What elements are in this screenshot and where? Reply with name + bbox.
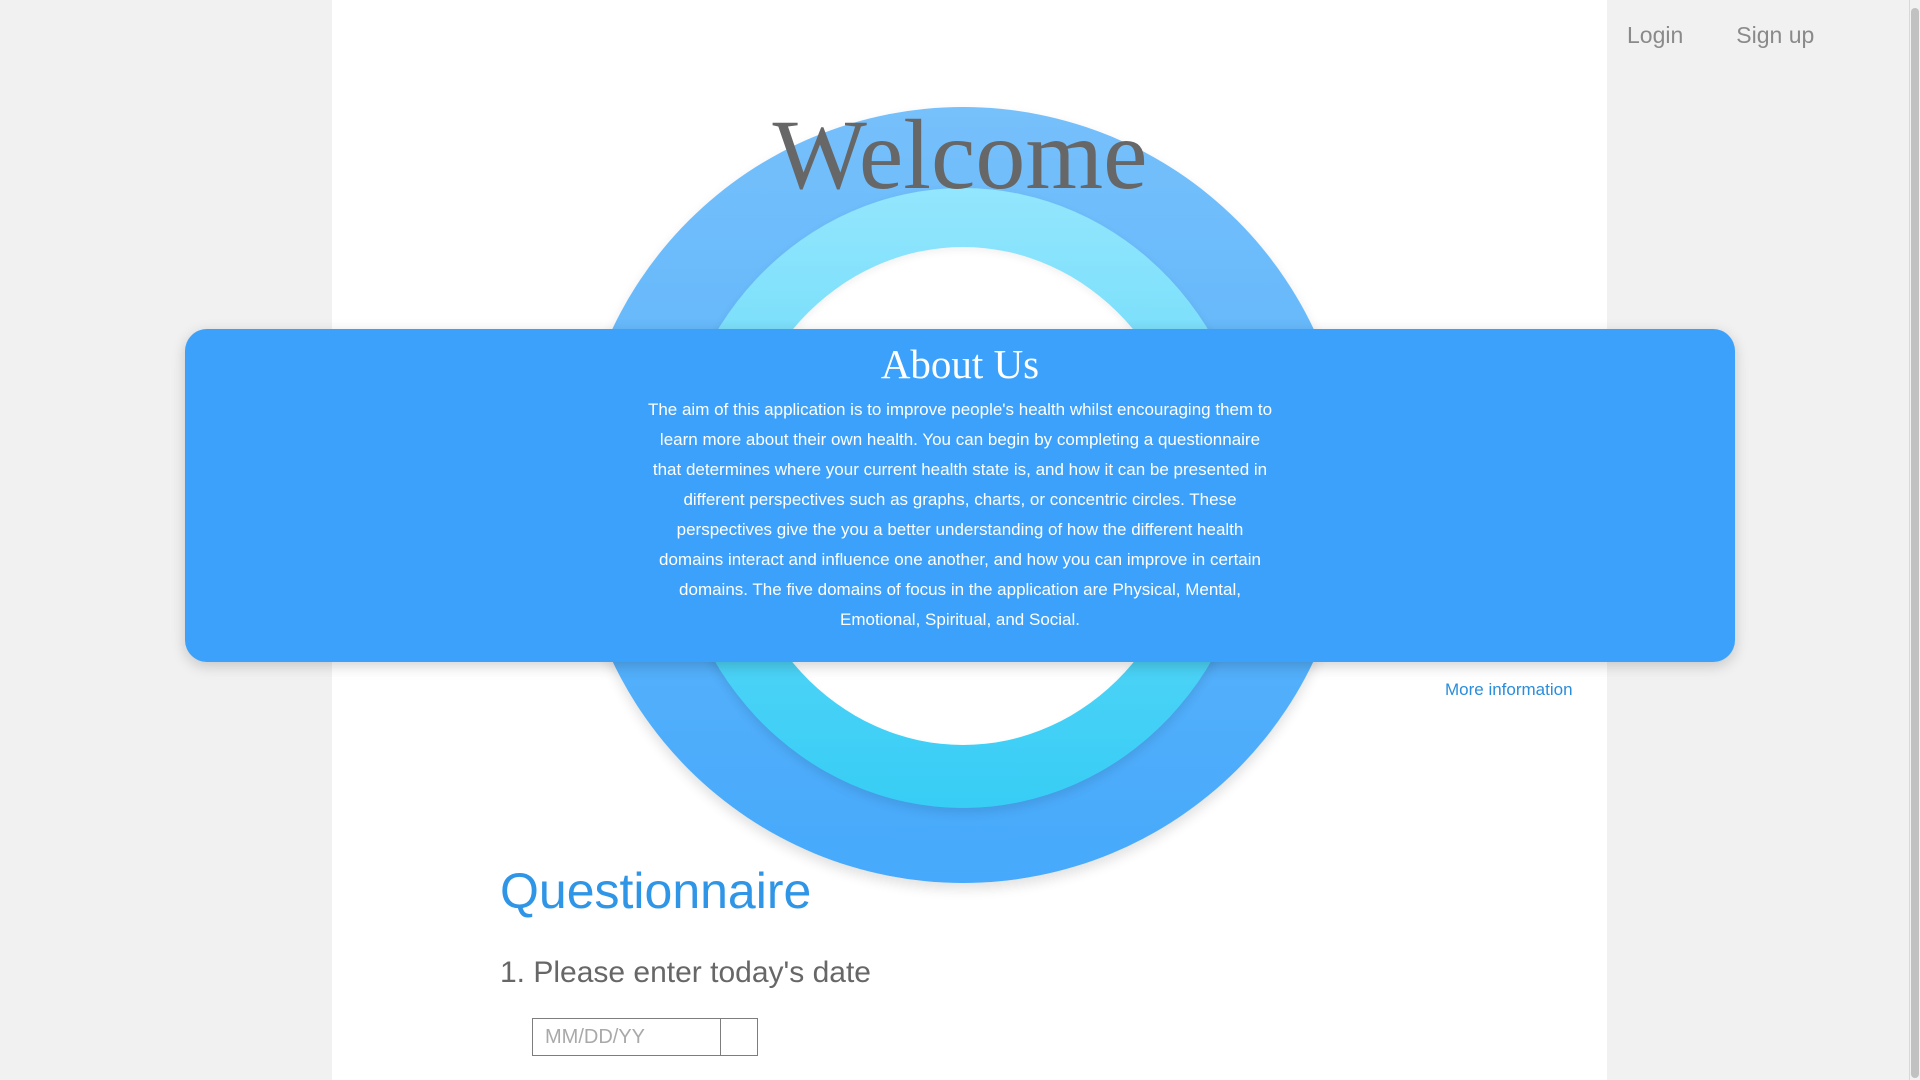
- scrollbar[interactable]: [1909, 0, 1920, 1080]
- welcome-heading: Welcome: [772, 99, 1148, 210]
- date-input-group: [532, 1018, 758, 1056]
- scrollbar-thumb[interactable]: [1911, 8, 1919, 1078]
- signup-link[interactable]: Sign up: [1736, 22, 1814, 49]
- about-us-text: The aim of this application is to improv…: [647, 400, 1273, 629]
- login-link[interactable]: Login: [1627, 22, 1683, 49]
- question-1-label: 1. Please enter today's date: [500, 956, 871, 989]
- top-nav: Login Sign up: [1627, 22, 1814, 49]
- date-picker-button[interactable]: [721, 1019, 757, 1055]
- more-information-link[interactable]: More information: [1445, 680, 1573, 700]
- about-us-title: About Us: [880, 341, 1040, 387]
- questionnaire-title: Questionnaire: [500, 863, 812, 919]
- date-input[interactable]: [533, 1019, 721, 1055]
- about-us-panel: About Us The aim of this application is …: [185, 329, 1735, 662]
